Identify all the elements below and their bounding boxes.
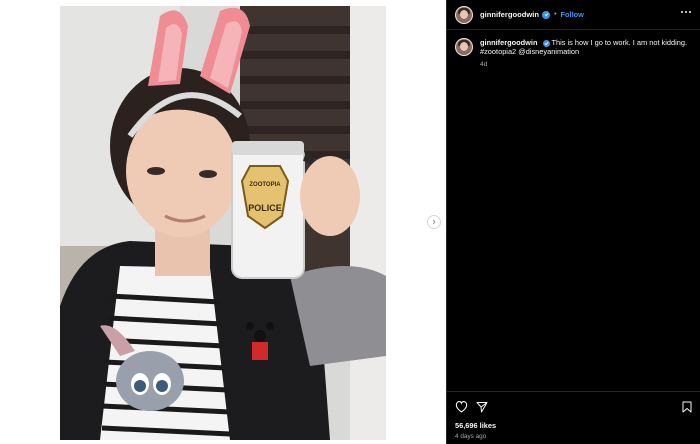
post-detail-panel: ginnifergoodwin • Follow ginnifergoodwin… xyxy=(446,0,700,444)
caption-timestamp: 4d xyxy=(480,60,488,68)
heart-icon[interactable] xyxy=(455,401,468,413)
likes-count[interactable]: 56,696 likes xyxy=(455,421,496,430)
bookmark-icon[interactable] xyxy=(682,401,692,413)
photo-illustration: ZOOTOPIA POLICE xyxy=(60,6,386,440)
verified-badge-icon xyxy=(542,10,551,19)
action-bar: 56,696 likes 4 days ago xyxy=(447,391,700,444)
caption-username[interactable]: ginnifergoodwin xyxy=(480,38,537,47)
mug-badge-top-text: ZOOTOPIA xyxy=(249,182,281,188)
post-header: ginnifergoodwin • Follow xyxy=(447,0,700,30)
more-options-icon[interactable] xyxy=(681,11,691,13)
caption: ginnifergoodwin This is how I go to work… xyxy=(455,38,693,68)
caption-text: ginnifergoodwin This is how I go to work… xyxy=(480,38,690,57)
media-area: ZOOTOPIA POLICE xyxy=(0,0,446,444)
author-avatar[interactable] xyxy=(455,5,473,24)
post-photo[interactable]: ZOOTOPIA POLICE xyxy=(60,6,386,440)
chevron-right-icon xyxy=(432,219,436,225)
author-username[interactable]: ginnifergoodwin xyxy=(480,10,539,19)
verified-badge-icon xyxy=(542,39,550,47)
next-image-button[interactable] xyxy=(427,215,441,229)
caption-avatar[interactable] xyxy=(455,38,473,56)
follow-button[interactable]: Follow xyxy=(561,10,584,19)
separator-dot: • xyxy=(554,11,557,18)
caption-body: ginnifergoodwin This is how I go to work… xyxy=(480,38,690,68)
post-date: 4 days ago xyxy=(455,433,487,440)
mug-badge-bottom-text: POLICE xyxy=(248,203,282,213)
paper-plane-icon[interactable] xyxy=(476,401,488,413)
